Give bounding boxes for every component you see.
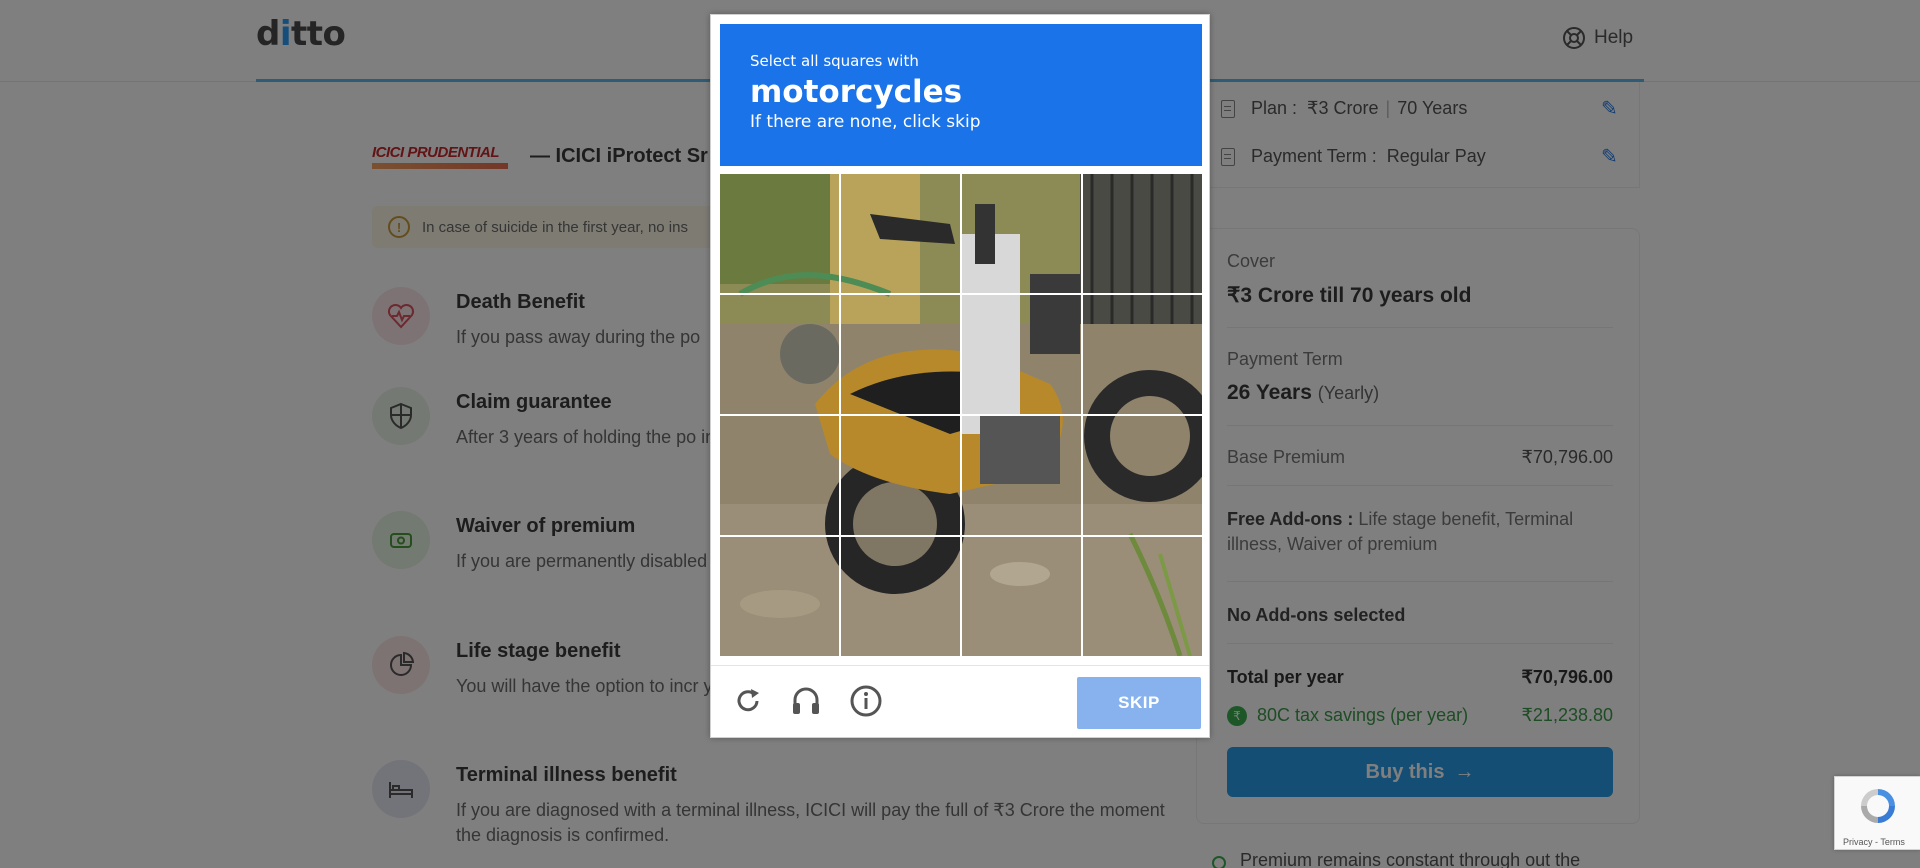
captcha-tile-image — [841, 174, 960, 293]
captcha-tile-image — [962, 295, 1081, 414]
audio-challenge-icon[interactable] — [789, 684, 823, 718]
recaptcha-privacy-terms[interactable]: Privacy - Terms — [1843, 837, 1905, 847]
captcha-tile-1-3[interactable] — [1083, 295, 1202, 414]
captcha-tile-3-3[interactable] — [1083, 537, 1202, 656]
reload-icon[interactable] — [731, 684, 765, 718]
captcha-tile-2-2[interactable] — [962, 416, 1081, 535]
recaptcha-challenge: Select all squares with motorcycles If t… — [710, 14, 1210, 738]
captcha-tile-image — [962, 537, 1081, 656]
captcha-tile-1-0[interactable] — [720, 295, 839, 414]
recaptcha-badge[interactable]: Privacy - Terms — [1834, 776, 1920, 850]
captcha-tile-3-2[interactable] — [962, 537, 1081, 656]
captcha-tile-image — [1083, 416, 1202, 535]
captcha-tile-image — [962, 416, 1081, 535]
captcha-tile-0-1[interactable] — [841, 174, 960, 293]
instruction-target: motorcycles — [750, 74, 963, 110]
captcha-instructions: Select all squares with motorcycles If t… — [720, 24, 1202, 166]
captcha-tile-image — [720, 537, 839, 656]
captcha-tile-1-1[interactable] — [841, 295, 960, 414]
instruction-sub: If there are none, click skip — [750, 112, 981, 132]
captcha-tile-image — [720, 174, 839, 293]
captcha-tile-0-2[interactable] — [962, 174, 1081, 293]
captcha-tile-image — [720, 416, 839, 535]
captcha-tile-2-3[interactable] — [1083, 416, 1202, 535]
info-icon[interactable] — [849, 684, 883, 718]
captcha-tile-image — [841, 295, 960, 414]
captcha-tile-2-0[interactable] — [720, 416, 839, 535]
captcha-tile-image — [720, 295, 839, 414]
captcha-tile-3-1[interactable] — [841, 537, 960, 656]
captcha-tile-2-1[interactable] — [841, 416, 960, 535]
captcha-image-grid — [720, 174, 1202, 656]
captcha-tile-0-0[interactable] — [720, 174, 839, 293]
captcha-tile-3-0[interactable] — [720, 537, 839, 656]
captcha-tile-0-3[interactable] — [1083, 174, 1202, 293]
captcha-tile-image — [962, 174, 1081, 293]
captcha-footer: SKIP — [711, 665, 1209, 737]
skip-button[interactable]: SKIP — [1077, 677, 1201, 729]
captcha-tile-1-2[interactable] — [962, 295, 1081, 414]
captcha-tile-image — [1083, 174, 1202, 293]
captcha-tile-image — [1083, 537, 1202, 656]
instruction-small: Select all squares with — [750, 52, 919, 70]
captcha-tile-image — [841, 537, 960, 656]
captcha-tile-image — [1083, 295, 1202, 414]
captcha-tile-image — [841, 416, 960, 535]
recaptcha-logo-icon — [1861, 789, 1895, 823]
